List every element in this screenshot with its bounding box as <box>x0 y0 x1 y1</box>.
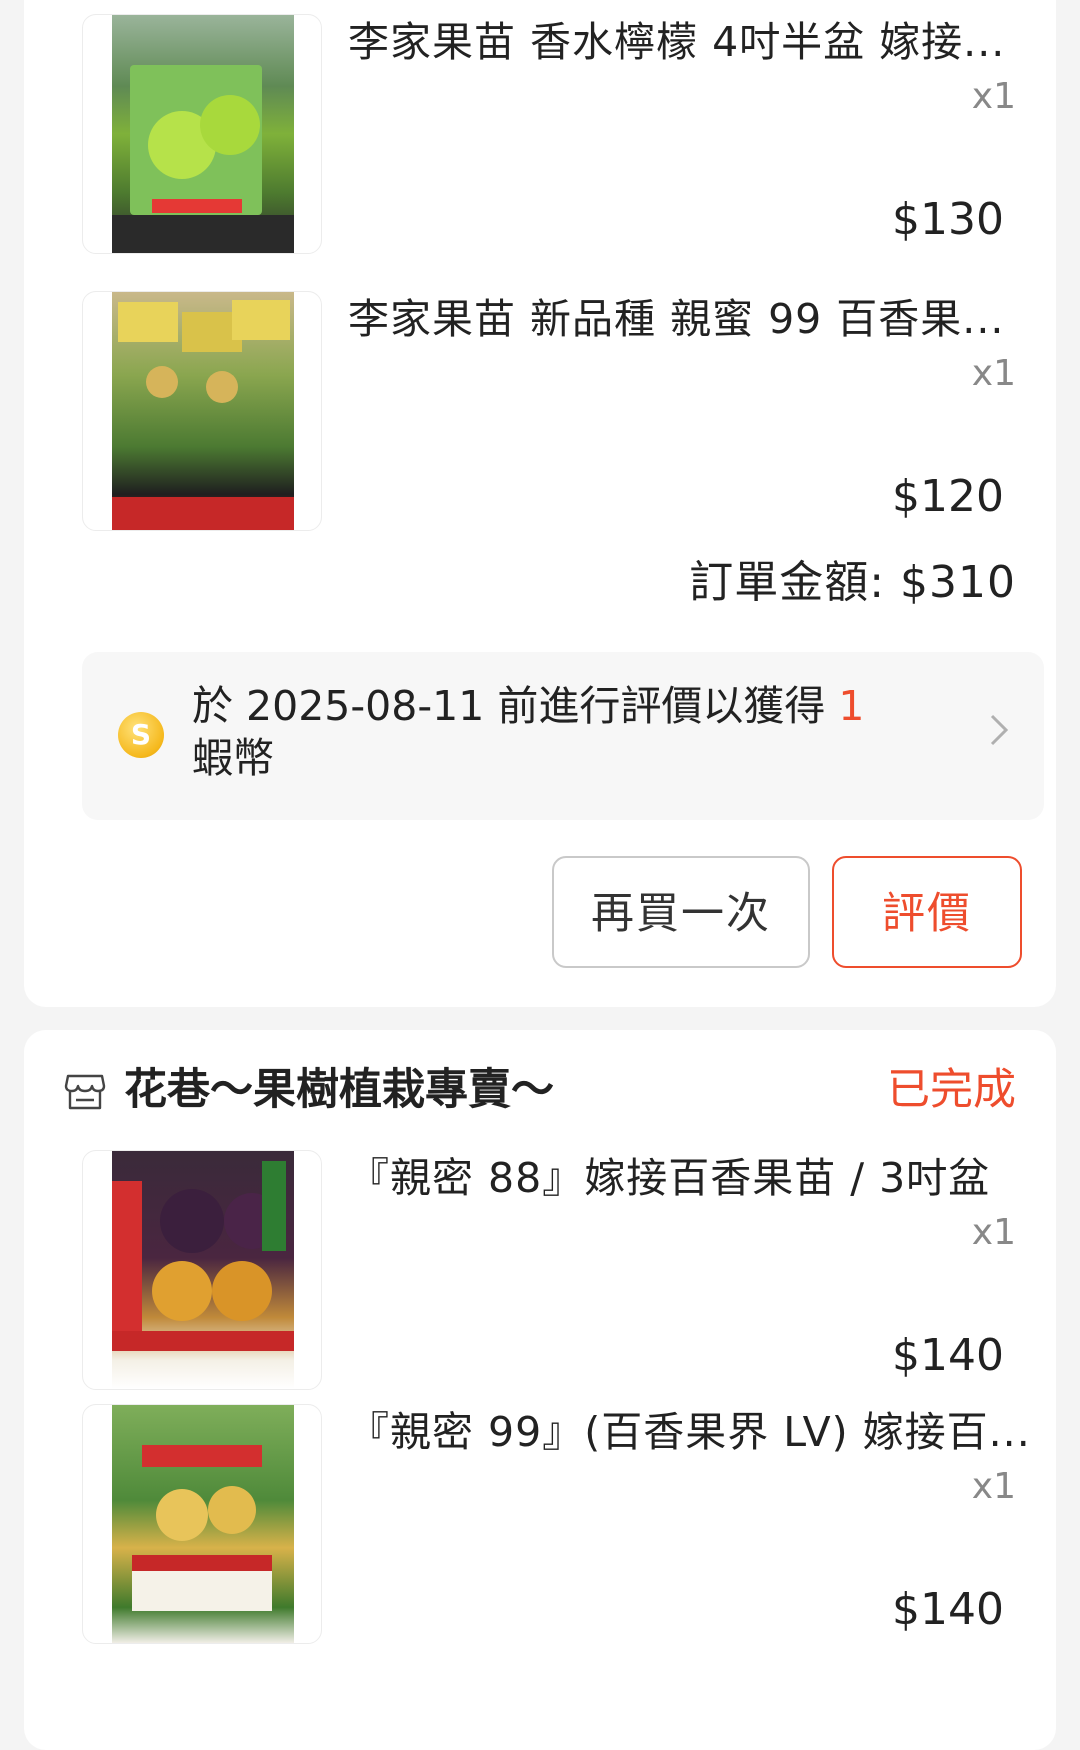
product-price: $140 <box>892 1330 1004 1381</box>
product-quantity: x1 <box>971 76 1016 117</box>
passionfruit-88-image <box>112 1151 294 1389</box>
product-title[interactable]: 『親密 99』(百香果界 LV) 嫁接百... <box>348 1406 1038 1458</box>
seedlings-photo-icon <box>112 300 294 530</box>
order-item[interactable]: 『親密 99』(百香果界 LV) 嫁接百... x1 $140 <box>82 1404 1044 1646</box>
store-icon <box>64 1074 106 1110</box>
product-thumbnail[interactable] <box>82 1404 322 1644</box>
product-price: $120 <box>892 471 1004 522</box>
product-quantity: x1 <box>971 1212 1016 1253</box>
order-status: 已完成 <box>887 1065 1016 1115</box>
product-quantity: x1 <box>971 353 1016 394</box>
order-total: 訂單金額: $310 <box>689 557 1016 608</box>
reward-text-prefix: 於 2025-08-11 前進行評價以獲得 <box>192 682 839 730</box>
order-item[interactable]: 『親密 88』嫁接百香果苗 / 3吋盆 x1 $140 <box>82 1150 1044 1392</box>
buy-again-button[interactable]: 再買一次 <box>552 856 810 968</box>
product-price: $130 <box>892 194 1004 245</box>
product-thumbnail[interactable] <box>82 1150 322 1390</box>
lemon-photo-icon <box>112 65 294 253</box>
lemon-seedling-image <box>112 15 294 253</box>
order-card[interactable]: 花巷～果樹植栽專賣～ 已完成 『親密 88』嫁接百香果苗 / 3吋盆 x1 $1… <box>24 1030 1056 1750</box>
shop-name[interactable]: 花巷～果樹植栽專賣～ <box>124 1060 554 1120</box>
passionfruit-99-image <box>112 1405 294 1643</box>
order-card[interactable]: 李家果苗 香水檸檬 4吋半盆 嫁接... x1 $130 李家果苗 新品種 親蜜… <box>24 0 1056 1007</box>
passionfruit-seedlings-image <box>112 292 294 530</box>
order-item[interactable]: 李家果苗 香水檸檬 4吋半盆 嫁接... x1 $130 <box>82 14 1044 256</box>
reward-coin-amount: 1 <box>838 682 865 730</box>
product-title[interactable]: 李家果苗 香水檸檬 4吋半盆 嫁接... <box>348 16 1038 68</box>
shop-header[interactable]: 花巷～果樹植栽專賣～ 已完成 <box>64 1060 1016 1120</box>
product-title[interactable]: 『親密 88』嫁接百香果苗 / 3吋盆 <box>348 1152 1038 1204</box>
review-button[interactable]: 評價 <box>832 856 1022 968</box>
product-thumbnail[interactable] <box>82 291 322 531</box>
shopee-coin-icon: S <box>118 712 164 758</box>
product-title[interactable]: 李家果苗 新品種 親蜜 99 百香果... <box>348 293 1038 345</box>
passionfruit-photo-icon <box>112 1161 294 1351</box>
product-price: $140 <box>892 1584 1004 1635</box>
chevron-right-icon <box>988 710 1010 761</box>
reward-message: 於 2025-08-11 前進行評價以獲得 1 蝦幣 <box>192 680 912 784</box>
order-item[interactable]: 李家果苗 新品種 親蜜 99 百香果... x1 $120 <box>82 291 1044 533</box>
reward-text-suffix: 蝦幣 <box>192 734 274 782</box>
review-reward-banner[interactable]: S 於 2025-08-11 前進行評價以獲得 1 蝦幣 <box>82 652 1044 820</box>
product-thumbnail[interactable] <box>82 14 322 254</box>
product-quantity: x1 <box>971 1466 1016 1507</box>
passionfruit-lv-photo-icon <box>132 1445 272 1611</box>
